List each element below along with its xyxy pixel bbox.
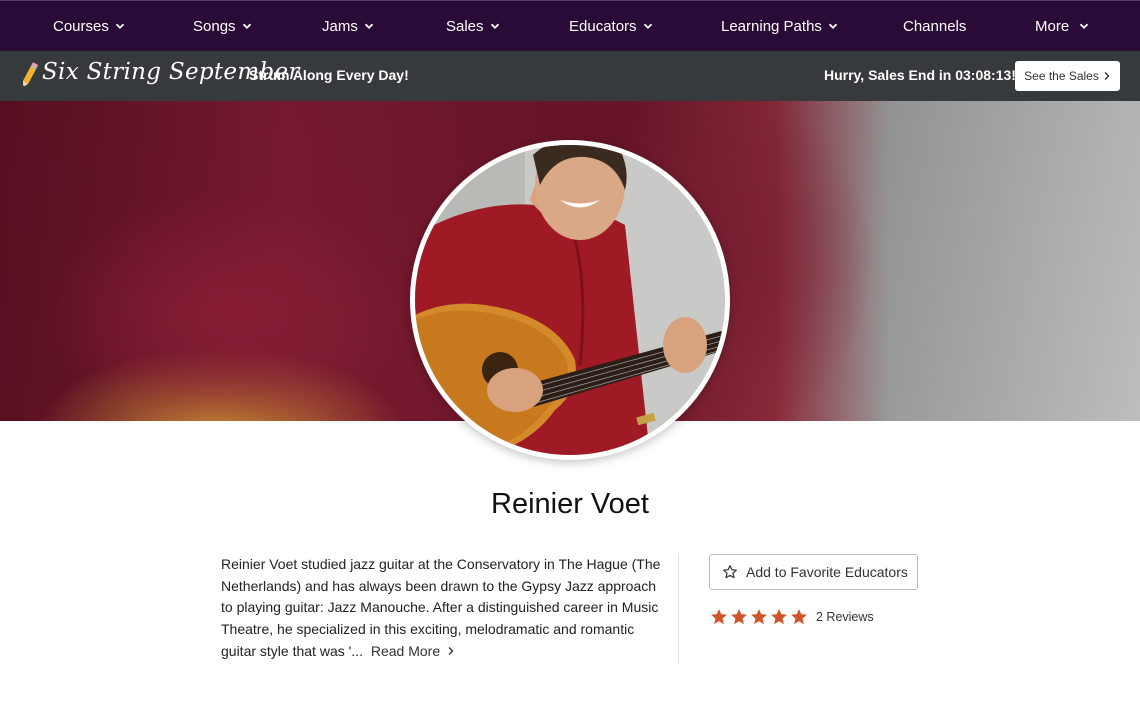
chevron-down-icon <box>1080 23 1089 29</box>
chevron-right-icon <box>448 646 454 655</box>
nav-item-label: More <box>1035 17 1070 35</box>
chevron-down-icon <box>115 23 124 29</box>
nav-item-label: Jams <box>322 17 358 35</box>
chevron-down-icon <box>828 23 838 29</box>
educator-photo <box>415 145 725 455</box>
nav-item-channels[interactable]: Channels <box>903 1 966 51</box>
nav-item-label: Learning Paths <box>721 17 822 35</box>
chevron-right-icon <box>1104 72 1110 80</box>
sale-countdown: Hurry, Sales End in 03:08:13! <box>824 67 1016 83</box>
star-outline-icon <box>723 565 737 579</box>
nav-item-label: Courses <box>53 17 109 35</box>
nav-item-label: Sales <box>446 17 484 35</box>
educator-name: Reinier Voet <box>491 488 649 520</box>
star-filled-icon <box>751 609 767 625</box>
chevron-down-icon <box>643 23 652 29</box>
promo-subtitle: Strum Along Every Day! <box>249 67 409 83</box>
educator-bio: Reinier Voet studied jazz guitar at the … <box>221 554 661 663</box>
chevron-down-icon <box>364 23 373 29</box>
nav-item-learning-paths[interactable]: Learning Paths <box>721 1 838 51</box>
see-the-sales-label: See the Sales <box>1024 69 1099 83</box>
see-the-sales-button[interactable]: See the Sales <box>1015 61 1120 91</box>
nav-item-label: Educators <box>569 17 637 35</box>
nav-item-educators[interactable]: Educators <box>569 1 653 51</box>
nav-item-courses[interactable]: Courses <box>53 1 125 51</box>
content-divider <box>678 554 679 664</box>
nav-item-jams[interactable]: Jams <box>322 1 374 51</box>
chevron-down-icon <box>490 23 499 29</box>
star-filled-icon <box>791 609 807 625</box>
nav-item-more[interactable]: More <box>1035 1 1089 51</box>
nav-item-songs[interactable]: Songs <box>193 1 252 51</box>
nav-item-label: Channels <box>903 17 967 35</box>
educator-avatar <box>410 140 730 460</box>
nav-item-label: Songs <box>193 17 236 35</box>
add-to-favorites-label: Add to Favorite Educators <box>746 564 908 580</box>
reviews-link[interactable]: 2 Reviews <box>816 610 874 624</box>
add-to-favorites-button[interactable]: Add to Favorite Educators <box>709 554 918 590</box>
nav-item-sales[interactable]: Sales <box>446 1 500 51</box>
read-more-label: Read More <box>370 642 441 659</box>
rating: 2 Reviews <box>710 608 874 626</box>
read-more-link[interactable]: Read More <box>371 643 455 659</box>
star-filled-icon <box>731 609 747 625</box>
pencil-icon <box>22 62 39 88</box>
star-filled-icon <box>771 609 787 625</box>
star-filled-icon <box>711 609 727 625</box>
promo-banner: Six String September Strum Along Every D… <box>0 51 1140 101</box>
top-navigation: Courses Songs Jams Sales Educators Learn… <box>0 0 1140 51</box>
chevron-down-icon <box>242 23 251 29</box>
